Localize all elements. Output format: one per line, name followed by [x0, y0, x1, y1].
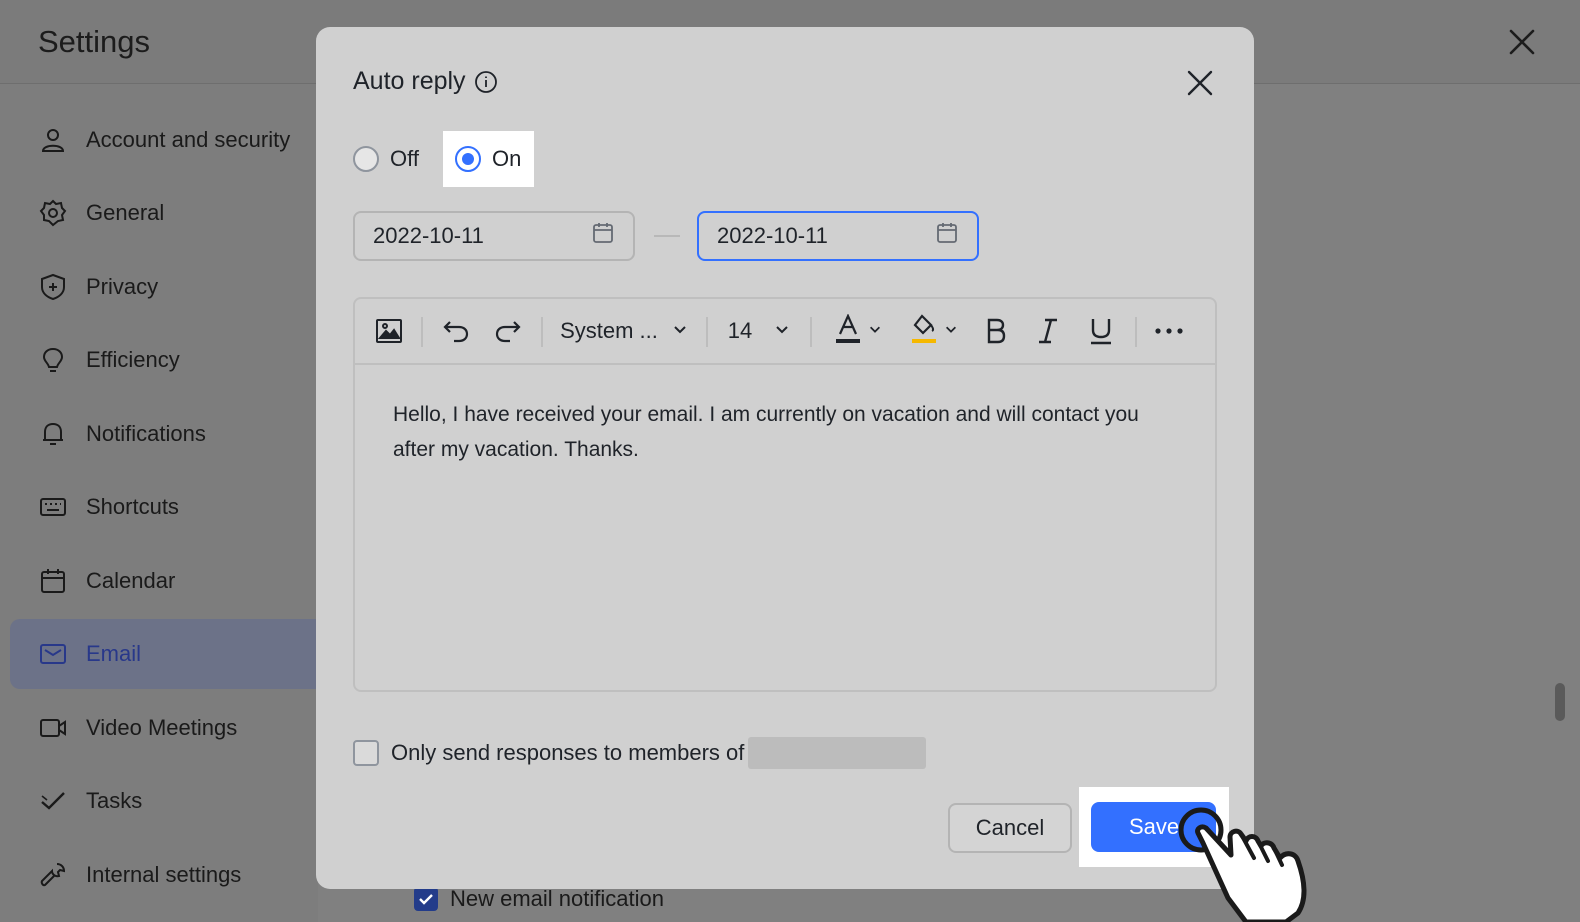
sidebar-item-label: General — [86, 200, 165, 225]
highlight-color-button[interactable] — [905, 299, 963, 363]
start-date-field[interactable]: 2022-10-11 — [353, 211, 635, 261]
save-button[interactable]: Save — [1091, 802, 1216, 852]
sidebar-item-tasks[interactable]: Tasks — [10, 766, 330, 836]
redo-icon[interactable] — [491, 299, 525, 363]
settings-title: Settings — [38, 24, 151, 59]
font-family-dropdown[interactable]: System ... — [559, 299, 689, 363]
insert-image-icon[interactable] — [373, 299, 405, 363]
sidebar-item-label: Calendar — [86, 568, 176, 593]
sidebar-item-label: Privacy — [86, 274, 159, 299]
sidebar-item-label: Account and security — [86, 127, 291, 152]
cancel-button[interactable]: Cancel — [948, 803, 1072, 853]
more-options-icon[interactable] — [1153, 299, 1185, 363]
sidebar-item-calendar[interactable]: Calendar — [10, 546, 330, 616]
sidebar-item-efficiency[interactable]: Efficiency — [10, 325, 330, 395]
sidebar-item-label: Video Meetings — [86, 715, 238, 740]
settings-sidebar: Account and security General Privacy Eff… — [0, 84, 330, 922]
lightbulb-icon — [38, 345, 68, 375]
sidebar-item-general[interactable]: General — [10, 178, 330, 248]
redacted-organization-name — [748, 737, 927, 769]
calendar-icon[interactable] — [591, 221, 615, 251]
info-icon[interactable] — [474, 70, 498, 94]
new-email-notification-label: New email notification — [450, 886, 664, 911]
bell-icon — [38, 419, 68, 449]
save-button-highlight: Save — [1079, 787, 1229, 867]
font-size-dropdown[interactable]: 14 — [723, 299, 795, 363]
end-date-field[interactable]: 2022-10-11 — [697, 211, 979, 261]
chevron-down-icon — [944, 322, 958, 341]
auto-reply-dialog: Auto reply Off On 2022-10-11 2022-10-11 — [316, 27, 1254, 889]
new-email-notification-checkbox[interactable] — [414, 887, 438, 911]
calendar-icon[interactable] — [935, 221, 959, 251]
close-icon[interactable] — [1184, 67, 1216, 99]
underline-icon[interactable] — [1085, 299, 1117, 363]
sidebar-item-label: Tasks — [86, 788, 143, 813]
bold-icon[interactable] — [981, 299, 1011, 363]
date-range-separator — [654, 235, 680, 237]
dialog-title-text: Auto reply — [353, 67, 466, 95]
italic-icon[interactable] — [1033, 299, 1063, 363]
rich-text-editor: System ... 14 Hello, I have received you… — [353, 297, 1217, 692]
end-date-value: 2022-10-11 — [717, 223, 828, 248]
radio-on-label: On — [491, 146, 522, 171]
sidebar-item-label: Efficiency — [86, 347, 180, 372]
sidebar-item-email[interactable]: Email — [10, 619, 330, 689]
scrollbar[interactable] — [1555, 683, 1565, 721]
auto-reply-toggle-group: Off On — [353, 131, 535, 187]
mail-icon — [38, 639, 68, 669]
font-family-value: System ... — [560, 318, 658, 343]
sidebar-item-shortcuts[interactable]: Shortcuts — [10, 472, 330, 542]
new-email-notification-row: New email notification — [414, 886, 664, 912]
text-color-icon — [834, 312, 862, 349]
radio-on[interactable]: On — [442, 131, 535, 187]
chevron-down-icon — [868, 322, 882, 341]
keyboard-icon — [38, 492, 68, 522]
radio-off-label: Off — [390, 146, 419, 171]
font-size-value: 14 — [727, 318, 753, 343]
editor-toolbar: System ... 14 — [355, 299, 1215, 365]
check-icon — [38, 786, 68, 816]
calendar-icon — [38, 566, 68, 596]
sidebar-item-label: Notifications — [86, 421, 206, 446]
only-send-row: Only send responses to members of — [353, 733, 927, 773]
sidebar-item-label: Internal settings — [86, 862, 242, 887]
sidebar-item-label: Shortcuts — [86, 494, 179, 519]
shield-icon — [38, 272, 68, 302]
message-body[interactable]: Hello, I have received your email. I am … — [355, 365, 1215, 499]
video-camera-icon — [38, 713, 68, 743]
sidebar-item-notifications[interactable]: Notifications — [10, 399, 330, 469]
undo-icon[interactable] — [439, 299, 473, 363]
radio-off-circle[interactable] — [353, 146, 379, 172]
only-send-label: Only send responses to members of — [391, 740, 745, 765]
sidebar-item-label: Email — [86, 641, 142, 666]
start-date-value: 2022-10-11 — [373, 223, 484, 248]
settings-close-icon[interactable] — [1506, 26, 1538, 58]
wrench-icon — [38, 860, 68, 890]
dialog-title: Auto reply — [353, 67, 498, 96]
sidebar-item-account-security[interactable]: Account and security — [10, 105, 330, 175]
chevron-down-icon — [774, 321, 790, 342]
person-icon — [38, 125, 68, 155]
radio-on-circle[interactable] — [454, 146, 481, 172]
gear-icon — [38, 198, 68, 228]
sidebar-item-video-meetings[interactable]: Video Meetings — [10, 693, 330, 763]
sidebar-item-internal-settings[interactable]: Internal settings — [10, 840, 330, 910]
text-color-button[interactable] — [829, 299, 887, 363]
only-send-checkbox[interactable] — [353, 740, 379, 766]
sidebar-item-privacy[interactable]: Privacy — [10, 252, 330, 322]
paint-bucket-icon — [910, 313, 938, 349]
chevron-down-icon — [672, 321, 688, 342]
radio-off[interactable]: Off — [353, 131, 443, 187]
